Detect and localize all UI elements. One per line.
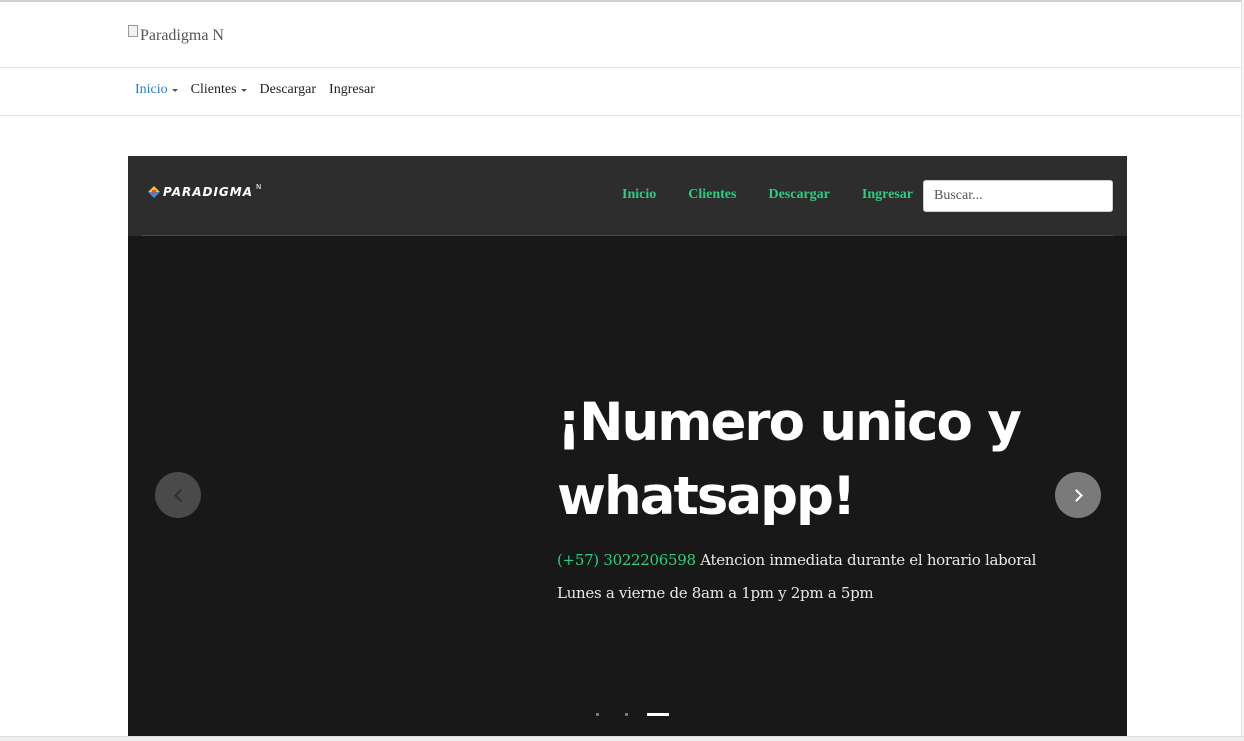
- slide-contact-line: (+57) 3022206598 Atencion inmediata dura…: [557, 551, 1036, 569]
- embedded-site-frame: PARADIGMA N Inicio Clientes Descargar In…: [128, 156, 1127, 736]
- carousel-next-button[interactable]: [1055, 472, 1101, 518]
- caret-down-icon: [171, 88, 178, 92]
- search-input[interactable]: [923, 180, 1113, 212]
- chevron-left-icon: [173, 488, 187, 502]
- carousel-indicator-3[interactable]: [647, 713, 669, 716]
- phone-number[interactable]: (+57) 3022206598: [557, 551, 696, 569]
- site-logo-broken-image[interactable]: Paradigma N: [128, 21, 224, 45]
- site-nav-inicio[interactable]: Inicio: [622, 187, 656, 203]
- paradigma-logo[interactable]: PARADIGMA N: [148, 183, 262, 199]
- carousel-prev-button[interactable]: [155, 472, 201, 518]
- logo-bar: Paradigma N: [0, 4, 1241, 68]
- site-nav-ingresar[interactable]: Ingresar: [862, 187, 913, 203]
- horizontal-scrollbar[interactable]: [0, 736, 1244, 741]
- slide-headline: ¡Numero unico y whatsapp!: [557, 392, 1022, 527]
- logo-alt-text: Paradigma N: [140, 27, 224, 44]
- carousel-indicator-1[interactable]: [596, 713, 599, 716]
- paradigma-logo-icon: [148, 186, 160, 198]
- nav-item-ingresar[interactable]: Ingresar: [329, 82, 375, 98]
- site-nav-descargar[interactable]: Descargar: [768, 187, 829, 203]
- carousel-indicators: [596, 713, 669, 716]
- nav-item-label: Descargar: [259, 82, 317, 97]
- nav-item-label: Inicio: [135, 82, 168, 97]
- brand-superscript: N: [256, 183, 262, 191]
- site-nav-clientes[interactable]: Clientes: [688, 187, 736, 203]
- nav-item-inicio[interactable]: Inicio: [135, 82, 178, 98]
- carousel-slide: ¡Numero unico y whatsapp! (+57) 30222065…: [128, 236, 1127, 736]
- nav-item-label: Clientes: [190, 82, 237, 97]
- caret-down-icon: [240, 88, 247, 92]
- nav-item-descargar[interactable]: Descargar: [260, 82, 317, 98]
- main-nav-list: Inicio Clientes Descargar Ingresar: [135, 82, 375, 98]
- embedded-site-header: PARADIGMA N Inicio Clientes Descargar In…: [128, 156, 1127, 236]
- embedded-site-nav: Inicio Clientes Descargar Ingresar: [622, 187, 913, 203]
- slide-schedule: Lunes a vierne de 8am a 1pm y 2pm a 5pm: [557, 584, 874, 602]
- chevron-right-icon: [1069, 488, 1083, 502]
- carousel-indicator-2[interactable]: [625, 713, 628, 716]
- broken-image-icon: [128, 25, 138, 37]
- contact-description: Atencion inmediata durante el horario la…: [695, 551, 1037, 569]
- main-nav: Inicio Clientes Descargar Ingresar: [0, 68, 1241, 116]
- brand-text: PARADIGMA: [163, 185, 254, 199]
- nav-item-label: Ingresar: [329, 82, 375, 97]
- nav-item-clientes[interactable]: Clientes: [191, 82, 247, 98]
